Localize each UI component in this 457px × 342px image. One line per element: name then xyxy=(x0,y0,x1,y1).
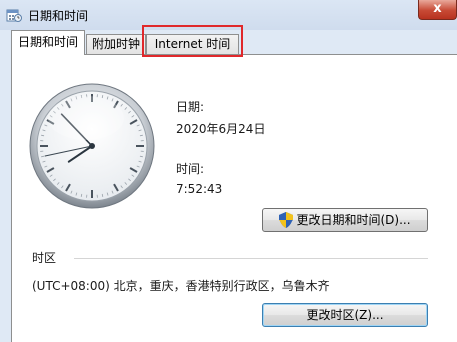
tab-additional-clocks[interactable]: 附加时钟 xyxy=(86,34,146,54)
timezone-heading: 时区 xyxy=(32,251,57,265)
close-button[interactable]: x xyxy=(418,0,457,20)
timezone-value: (UTC+08:00) 北京，重庆，香港特别行政区，乌鲁木齐 xyxy=(32,279,330,293)
analog-clock xyxy=(29,83,155,209)
change-date-time-label: 更改日期和时间(D)... xyxy=(296,213,411,227)
title-bar: 日期和时间 x xyxy=(0,0,457,30)
time-value: 7:52:43 xyxy=(176,182,223,196)
date-value: 2020年6月24日 xyxy=(176,122,266,136)
uac-shield-icon xyxy=(279,211,294,228)
section-divider xyxy=(74,258,428,259)
window-title: 日期和时间 xyxy=(28,9,89,23)
calendar-clock-icon xyxy=(6,7,22,23)
change-timezone-button[interactable]: 更改时区(Z)... xyxy=(262,303,428,327)
change-date-time-button[interactable]: 更改日期和时间(D)... xyxy=(262,208,428,232)
tab-internet-time[interactable]: Internet 时间 xyxy=(146,34,239,54)
time-label: 时间: xyxy=(176,162,205,176)
tab-date-and-time[interactable]: 日期和时间 xyxy=(11,30,85,55)
tab-strip: 日期和时间 附加时钟 Internet 时间 xyxy=(0,30,457,55)
date-label: 日期: xyxy=(176,100,205,114)
